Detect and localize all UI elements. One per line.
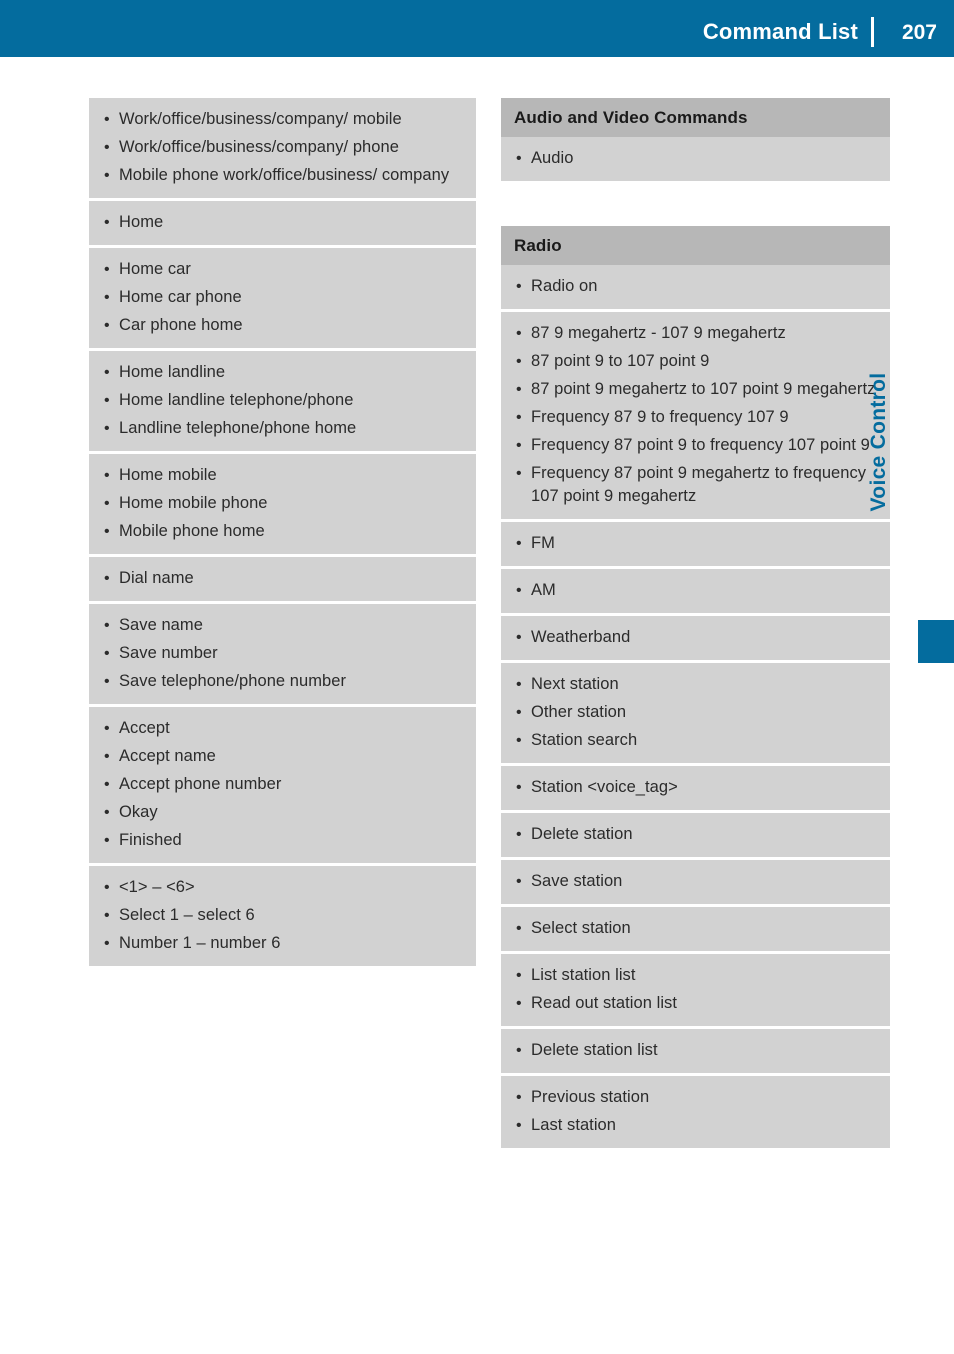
section-heading: Audio and Video Commands — [501, 98, 890, 137]
command-item: Radio on — [514, 275, 876, 298]
command-group: Previous station Last station — [501, 1076, 890, 1148]
command-group: Delete station list — [501, 1029, 890, 1073]
command-item: Home mobile — [102, 464, 462, 487]
command-item: Work/office/business/company/ mobile — [102, 108, 462, 131]
command-item: List station list — [514, 964, 876, 987]
command-item: Delete station — [514, 823, 876, 846]
command-item: Delete station list — [514, 1039, 876, 1062]
command-item: Other station — [514, 701, 876, 724]
command-item: Save station — [514, 870, 876, 893]
command-group: Next station Other station Station search — [501, 663, 890, 763]
command-item: FM — [514, 532, 876, 555]
command-group: 87 9 megahertz - 107 9 megahertz 87 point… — [501, 312, 890, 519]
chapter-side-tab-label: Voice Control — [867, 372, 890, 512]
command-item: Audio — [514, 147, 876, 170]
command-item: Home car — [102, 258, 462, 281]
command-item: 87 point 9 to 107 point 9 — [514, 350, 876, 373]
command-item: Station search — [514, 729, 876, 752]
command-group: Delete station — [501, 813, 890, 857]
command-group: Home — [89, 201, 476, 245]
command-group: Work/office/business/company/ mobile Work… — [89, 98, 476, 198]
command-item: Save name — [102, 614, 462, 637]
command-item: Finished — [102, 829, 462, 852]
command-item: Mobile phone work/office/business/ compa… — [102, 164, 462, 187]
command-group: FM — [501, 522, 890, 566]
command-item: Home — [102, 211, 462, 234]
command-item: Frequency 87 point 9 to frequency 107 po… — [514, 434, 876, 457]
command-group: Save name Save number Save telephone/phone… — [89, 604, 476, 704]
command-item: Accept — [102, 717, 462, 740]
right-column: Audio and Video Commands Audio Radio Radio … — [501, 98, 890, 1151]
page-number: 207 — [901, 21, 937, 44]
command-group: Select station — [501, 907, 890, 951]
command-item: Frequency 87 9 to frequency 107 9 — [514, 406, 876, 429]
page-header-bar: Command List 207 — [0, 0, 954, 57]
command-item: Work/office/business/company/ phone — [102, 136, 462, 159]
command-group: Dial name — [89, 557, 476, 601]
command-item: 87 9 megahertz - 107 9 megahertz — [514, 322, 876, 345]
command-item: Home landline telephone/phone — [102, 389, 462, 412]
command-item: Home car phone — [102, 286, 462, 309]
command-item: Landline telephone/phone home — [102, 417, 462, 440]
command-item: Car phone home — [102, 314, 462, 337]
chapter-side-tab-marker — [918, 620, 954, 663]
command-item: Select station — [514, 917, 876, 940]
command-group: Accept Accept name Accept phone number Okay… — [89, 707, 476, 863]
command-group: List station list Read out station list — [501, 954, 890, 1026]
command-item: Next station — [514, 673, 876, 696]
command-item: <1> – <6> — [102, 876, 462, 899]
header-divider — [871, 17, 874, 47]
command-item: Dial name — [102, 567, 462, 590]
command-group: Audio — [501, 137, 890, 181]
command-item: Number 1 – number 6 — [102, 932, 462, 955]
command-item: Station <voice_tag> — [514, 776, 876, 799]
command-group: <1> – <6> Select 1 – select 6 Number 1 – n… — [89, 866, 476, 966]
command-item: Okay — [102, 801, 462, 824]
command-item: Weatherband — [514, 626, 876, 649]
command-item: Accept phone number — [102, 773, 462, 796]
command-item: Home landline — [102, 361, 462, 384]
command-item: Save telephone/phone number — [102, 670, 462, 693]
command-item: Previous station — [514, 1086, 876, 1109]
command-item: Home mobile phone — [102, 492, 462, 515]
page-title: Command List — [702, 19, 858, 44]
section-heading: Radio — [501, 226, 890, 265]
command-item: Accept name — [102, 745, 462, 768]
command-group: Home mobile Home mobile phone Mobile phone… — [89, 454, 476, 554]
left-column: Work/office/business/company/ mobile Work… — [89, 98, 476, 969]
command-item: Read out station list — [514, 992, 876, 1015]
command-item: Frequency 87 point 9 megahertz to freque… — [514, 462, 876, 508]
command-group: Save station — [501, 860, 890, 904]
command-group: Home landline Home landline telephone/pho… — [89, 351, 476, 451]
command-item: Last station — [514, 1114, 876, 1137]
command-item: Select 1 – select 6 — [102, 904, 462, 927]
command-group: Home car Home car phone Car phone home — [89, 248, 476, 348]
command-group: Radio on — [501, 265, 890, 309]
command-item: 87 point 9 megahertz to 107 point 9 mega… — [514, 378, 876, 401]
command-item: AM — [514, 579, 876, 602]
command-item: Mobile phone home — [102, 520, 462, 543]
command-group: Weatherband — [501, 616, 890, 660]
command-group: AM — [501, 569, 890, 613]
command-group: Station <voice_tag> — [501, 766, 890, 810]
command-item: Save number — [102, 642, 462, 665]
